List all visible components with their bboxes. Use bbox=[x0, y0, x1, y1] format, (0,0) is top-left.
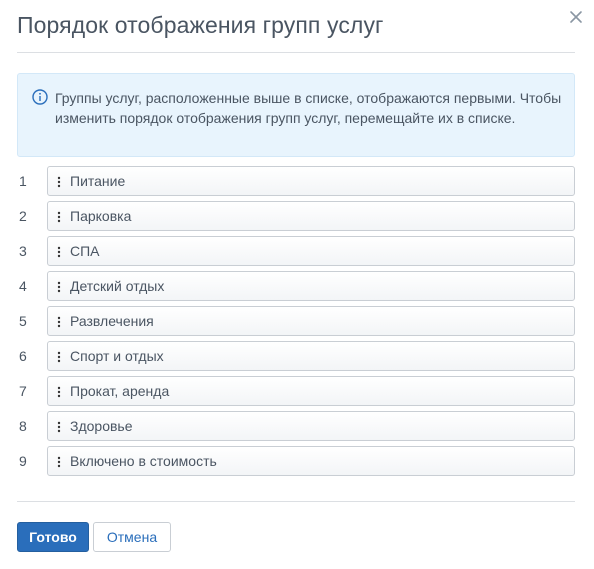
group-item-label: Детский отдых bbox=[70, 278, 165, 294]
group-item[interactable]: Здоровье bbox=[47, 411, 575, 441]
group-item[interactable]: СПА bbox=[47, 236, 575, 266]
group-row: 7 Прокат, аренда bbox=[0, 376, 594, 406]
group-item-label: Парковка bbox=[70, 208, 132, 224]
group-row: 1 Питание bbox=[0, 166, 594, 196]
drag-handle-icon[interactable] bbox=[57, 455, 61, 469]
drag-handle-icon[interactable] bbox=[57, 420, 61, 434]
group-row-number: 7 bbox=[19, 383, 27, 399]
group-item[interactable]: Парковка bbox=[47, 201, 575, 231]
drag-handle-icon[interactable] bbox=[57, 175, 61, 189]
group-row: 2 Парковка bbox=[0, 201, 594, 231]
group-item[interactable]: Включено в стоимость bbox=[47, 446, 575, 476]
group-item[interactable]: Детский отдых bbox=[47, 271, 575, 301]
group-item[interactable]: Спорт и отдых bbox=[47, 341, 575, 371]
group-row-number: 8 bbox=[19, 418, 27, 434]
group-item[interactable]: Питание bbox=[47, 166, 575, 196]
group-row: 4 Детский отдых bbox=[0, 271, 594, 301]
group-item-label: Спорт и отдых bbox=[70, 348, 164, 364]
group-item-label: Питание bbox=[70, 173, 126, 189]
info-text: Группы услуг, расположенные выше в списк… bbox=[55, 90, 562, 126]
group-row: 3 СПА bbox=[0, 236, 594, 266]
group-item-label: СПА bbox=[70, 243, 100, 259]
group-row-number: 5 bbox=[19, 313, 27, 329]
cancel-button[interactable]: Отмена bbox=[93, 522, 171, 552]
group-row-number: 3 bbox=[19, 243, 27, 259]
group-item-label: Развлечения bbox=[70, 313, 154, 329]
group-item-label: Включено в стоимость bbox=[70, 453, 217, 469]
group-row: 6 Спорт и отдых bbox=[0, 341, 594, 371]
group-item-label: Здоровье bbox=[70, 418, 133, 434]
footer-divider bbox=[17, 501, 575, 502]
service-group-order-dialog: Порядок отображения групп услуг Группы у… bbox=[0, 0, 594, 569]
group-row-number: 4 bbox=[19, 278, 27, 294]
group-item[interactable]: Развлечения bbox=[47, 306, 575, 336]
group-row-number: 9 bbox=[19, 453, 27, 469]
drag-handle-icon[interactable] bbox=[57, 245, 61, 259]
close-icon[interactable] bbox=[566, 7, 586, 27]
group-row: 9 Включено в стоимость bbox=[0, 446, 594, 476]
header-divider bbox=[17, 52, 575, 53]
group-item-label: Прокат, аренда bbox=[70, 383, 170, 399]
dialog-title: Порядок отображения групп услуг bbox=[17, 12, 384, 38]
drag-handle-icon[interactable] bbox=[57, 385, 61, 399]
drag-handle-icon[interactable] bbox=[57, 315, 61, 329]
drag-handle-icon[interactable] bbox=[57, 210, 61, 224]
group-row-number: 1 bbox=[19, 173, 27, 189]
done-button[interactable]: Готово bbox=[17, 522, 89, 552]
drag-handle-icon[interactable] bbox=[57, 280, 61, 294]
drag-handle-icon[interactable] bbox=[57, 350, 61, 364]
group-row-number: 2 bbox=[19, 208, 27, 224]
info-icon bbox=[32, 89, 48, 105]
info-message: Группы услуг, расположенные выше в списк… bbox=[17, 73, 575, 157]
group-row: 5 Развлечения bbox=[0, 306, 594, 336]
group-row: 8 Здоровье bbox=[0, 411, 594, 441]
group-item[interactable]: Прокат, аренда bbox=[47, 376, 575, 406]
group-row-number: 6 bbox=[19, 348, 27, 364]
